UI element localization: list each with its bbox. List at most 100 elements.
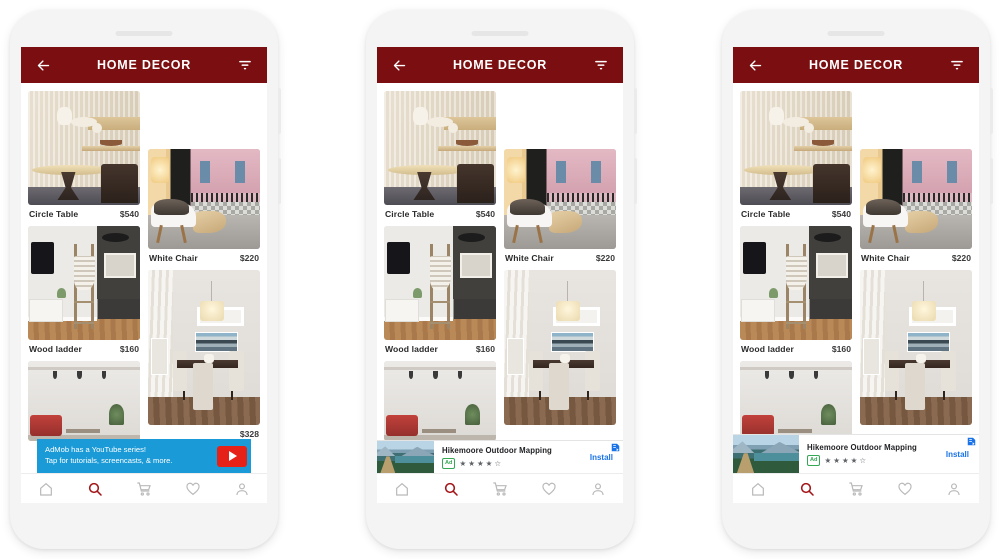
nav-item-account[interactable] [946, 481, 962, 497]
bottom-navigation-bar[interactable] [377, 473, 623, 503]
star-filled-icon: ★ [841, 455, 850, 465]
volume-up-button[interactable] [990, 88, 993, 134]
product-card[interactable] [740, 361, 852, 441]
back-button[interactable] [745, 55, 765, 75]
product-card[interactable]: $328 [148, 270, 260, 440]
product-image [740, 361, 852, 441]
ad-badge: Ad [807, 455, 821, 466]
arrow-left-icon [393, 59, 405, 71]
product-price: $160 [831, 344, 851, 354]
product-card[interactable]: White Chair $220 [148, 149, 260, 264]
star-filled-icon: ★ [485, 458, 493, 468]
nav-item-wishlist[interactable] [897, 481, 913, 497]
product-card[interactable]: Circle Table $540 [740, 91, 852, 220]
product-grid[interactable]: Circle Table $540 Wood ladder $160 White… [733, 83, 979, 473]
product-name: White Chair [861, 253, 910, 263]
nav-item-cart[interactable] [136, 481, 152, 497]
home-icon [39, 482, 52, 496]
bottom-navigation-bar[interactable] [21, 473, 267, 503]
admob-ad-line-1: AdMob has a YouTube series! [45, 445, 147, 455]
ad-meta-row: Ad ★ ★ ★ ★ ☆ [807, 455, 936, 466]
product-card[interactable] [504, 270, 616, 425]
ad-meta-row: Ad ★ ★ ★ ★ ☆ [442, 458, 580, 469]
ad-thumbnail [733, 435, 799, 473]
nav-item-wishlist[interactable] [185, 481, 201, 497]
phone-2: HOME DECOR Circle Table $540 Wood ladder… [366, 10, 637, 549]
back-button[interactable] [33, 55, 53, 75]
back-button[interactable] [389, 55, 409, 75]
person-icon [236, 482, 248, 495]
product-card[interactable]: White Chair $220 [860, 149, 972, 264]
nav-item-account[interactable] [234, 481, 250, 497]
filter-button[interactable] [947, 55, 967, 75]
person-icon [948, 482, 960, 495]
product-image [148, 149, 260, 249]
volume-up-button[interactable] [634, 88, 637, 134]
nav-item-cart[interactable] [848, 481, 864, 497]
nav-item-cart[interactable] [492, 481, 508, 497]
ad-content: Hikemoore Outdoor Mapping Ad ★ ★ ★ ★ ☆ [799, 435, 942, 473]
product-card[interactable]: Circle Table $540 [384, 91, 496, 220]
product-name: Circle Table [741, 209, 791, 219]
star-empty-icon: ☆ [859, 455, 867, 465]
admob-house-ad[interactable]: AdMob has a YouTube series! Tap for tuto… [37, 439, 251, 473]
product-image [860, 149, 972, 249]
volume-down-button[interactable] [990, 158, 993, 204]
product-card[interactable] [860, 270, 972, 425]
product-grid[interactable]: Circle Table $540 Wood ladder $160 White… [377, 83, 623, 473]
adchoices-icon[interactable] [611, 443, 620, 452]
page-title: HOME DECOR [452, 58, 548, 72]
product-card[interactable] [384, 361, 496, 441]
volume-down-button[interactable] [634, 158, 637, 204]
nav-item-home[interactable] [38, 481, 54, 497]
youtube-play-icon[interactable] [217, 445, 247, 467]
phone-1: HOME DECOR Circle Table $540 Wood ladder… [10, 10, 281, 549]
ad-content: Hikemoore Outdoor Mapping Ad ★ ★ ★ ★ ☆ [434, 441, 586, 473]
nav-item-search[interactable] [443, 481, 459, 497]
arrow-left-icon [37, 59, 49, 71]
product-image [384, 91, 496, 205]
earpiece-speaker [471, 31, 529, 36]
product-name: White Chair [505, 253, 554, 263]
adchoices-icon[interactable] [967, 437, 976, 446]
product-card[interactable]: Circle Table $540 [28, 91, 140, 220]
product-card[interactable]: Wood ladder $160 [740, 226, 852, 355]
volume-down-button[interactable] [278, 158, 281, 204]
install-ad-banner[interactable]: Hikemoore Outdoor Mapping Ad ★ ★ ★ ★ ☆ I… [733, 434, 979, 473]
nav-item-home[interactable] [750, 481, 766, 497]
product-card[interactable]: White Chair $220 [504, 149, 616, 264]
cart-icon [137, 481, 151, 496]
filter-button[interactable] [591, 55, 611, 75]
bottom-navigation-bar[interactable] [733, 473, 979, 503]
phone-3-screen: HOME DECOR Circle Table $540 Wood ladder… [733, 47, 979, 503]
nav-item-account[interactable] [590, 481, 606, 497]
product-card[interactable]: Wood ladder $160 [28, 226, 140, 355]
home-icon [751, 482, 764, 496]
product-price: $160 [119, 344, 139, 354]
nav-item-wishlist[interactable] [541, 481, 557, 497]
product-card[interactable] [28, 361, 140, 441]
product-image [504, 270, 616, 425]
nav-item-search[interactable] [799, 481, 815, 497]
phone-mockup-row: HOME DECOR Circle Table $540 Wood ladder… [0, 0, 1000, 559]
star-filled-icon: ★ [850, 455, 858, 465]
app-bar: HOME DECOR [21, 47, 267, 83]
filter-icon [951, 60, 963, 70]
filter-icon [239, 60, 251, 70]
phone-3: HOME DECOR Circle Table $540 Wood ladder… [722, 10, 993, 549]
nav-item-home[interactable] [394, 481, 410, 497]
product-grid[interactable]: Circle Table $540 Wood ladder $160 White… [21, 83, 267, 473]
product-card[interactable]: Wood ladder $160 [384, 226, 496, 355]
install-ad-banner[interactable]: Hikemoore Outdoor Mapping Ad ★ ★ ★ ★ ☆ I… [377, 440, 623, 473]
person-icon [592, 482, 604, 495]
page-title: HOME DECOR [808, 58, 904, 72]
ad-title: Hikemoore Outdoor Mapping [807, 443, 917, 453]
filter-icon [595, 60, 607, 70]
heart-icon [186, 482, 200, 495]
filter-button[interactable] [235, 55, 255, 75]
earpiece-speaker [115, 31, 173, 36]
nav-item-search[interactable] [87, 481, 103, 497]
home-icon [395, 482, 408, 496]
volume-up-button[interactable] [278, 88, 281, 134]
play-triangle-icon [229, 451, 237, 461]
